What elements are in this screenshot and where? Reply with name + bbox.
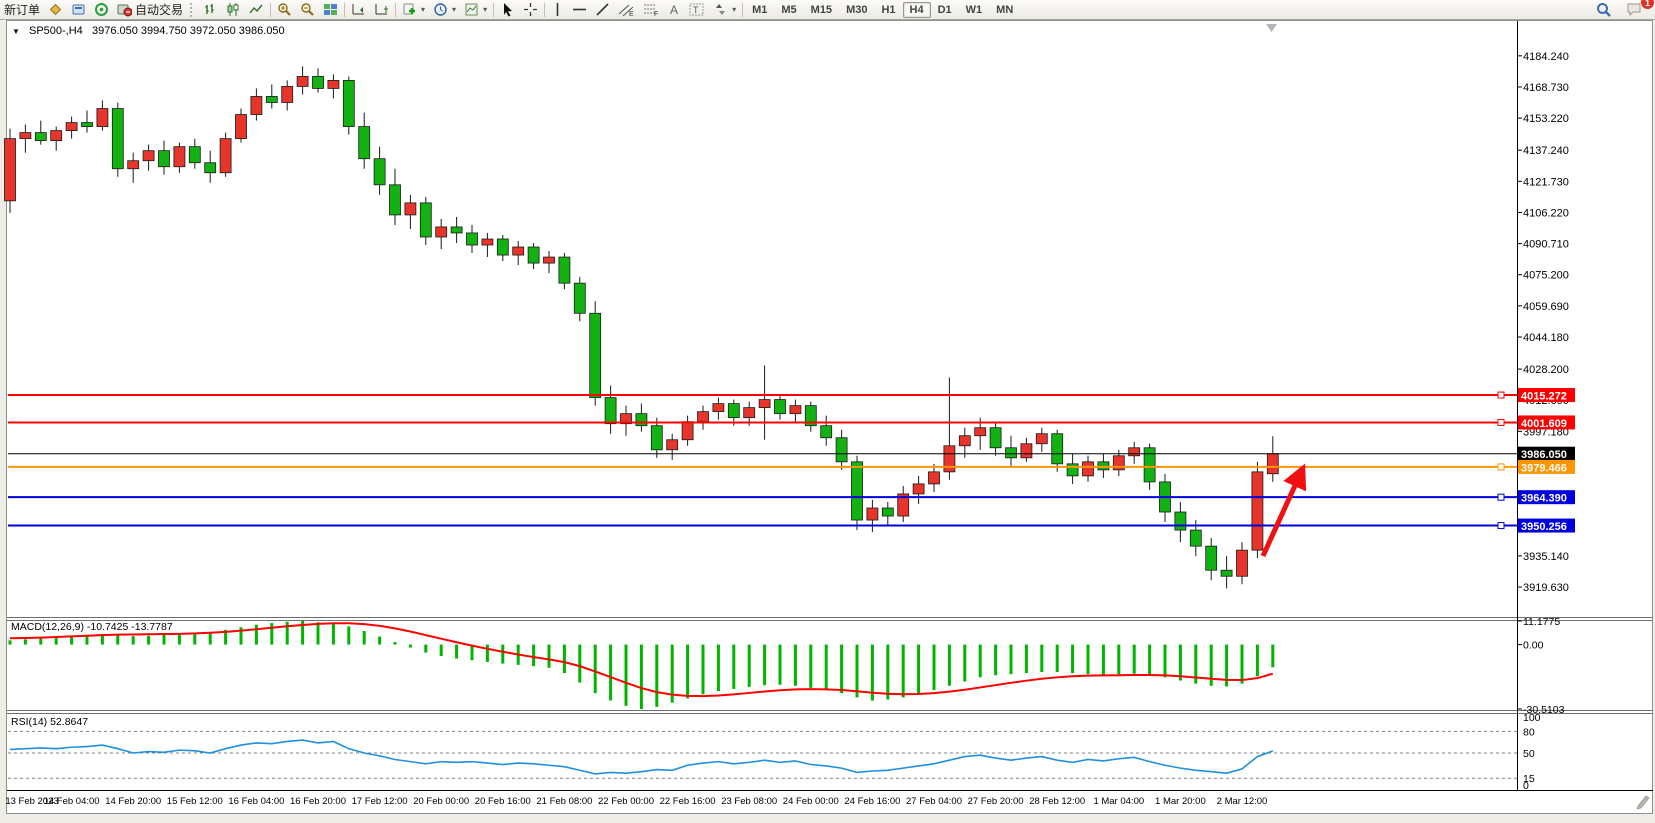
cursor-icon[interactable] — [496, 1, 519, 18]
svg-text:3979.466: 3979.466 — [1521, 462, 1567, 474]
price-tick-label: 4090.710 — [1523, 239, 1569, 251]
rsi-tick-label: 100 — [1523, 712, 1541, 724]
timeframe-M15[interactable]: M15 — [804, 2, 839, 18]
time-tick-label: 1 Mar 04:00 — [1093, 796, 1144, 807]
time-tick-label: 2 Mar 12:00 — [1217, 796, 1268, 807]
time-tick-label: 22 Feb 16:00 — [660, 796, 716, 807]
equidistant-channel-icon[interactable]: E — [614, 1, 639, 18]
timeframe-bar: M1M5M15M30H1H4D1W1MN — [745, 2, 1020, 18]
svg-text:T: T — [693, 5, 699, 15]
svg-text:3986.050: 3986.050 — [1521, 449, 1567, 461]
rsi-tick-label: 80 — [1523, 726, 1535, 738]
svg-text:3950.256: 3950.256 — [1521, 521, 1567, 533]
zoom-in-icon[interactable] — [273, 1, 296, 18]
chart-title[interactable]: ▼ SP500-,H4 3976.050 3994.750 3972.050 3… — [12, 25, 285, 37]
horizontal-line-icon[interactable] — [568, 1, 591, 18]
time-tick-label: 23 Feb 08:00 — [721, 796, 777, 807]
auto-trading-button[interactable]: 自动交易 — [113, 1, 187, 18]
timeframe-M1[interactable]: M1 — [745, 2, 774, 18]
timeframe-H4[interactable]: H4 — [903, 2, 931, 18]
time-tick-label: 16 Feb 20:00 — [290, 796, 346, 807]
time-tick-label: 15 Feb 12:00 — [167, 796, 223, 807]
svg-text:E: E — [629, 11, 634, 17]
rsi-tick-label: 0 — [1523, 780, 1529, 792]
notifications-button[interactable]: 1 — [1622, 1, 1647, 18]
add-indicator-button[interactable]: ▾ — [398, 1, 429, 18]
arrows-icon[interactable]: ▾ — [709, 1, 740, 18]
new-order-button[interactable]: 新订单 — [0, 1, 44, 18]
candlestick-chart-icon[interactable] — [222, 1, 245, 18]
chart-symbol-timeframe: SP500-,H4 — [29, 25, 83, 37]
time-tick-label: 22 Feb 00:00 — [598, 796, 654, 807]
timeframe-D1[interactable]: D1 — [931, 2, 959, 18]
svg-text:3964.390: 3964.390 — [1521, 493, 1567, 505]
text-label-icon[interactable]: T — [685, 1, 709, 18]
chart-ohlc-values: 3976.050 3994.750 3972.050 3986.050 — [92, 25, 285, 37]
price-tick-label: 4059.690 — [1523, 301, 1569, 313]
auto-trading-label: 自动交易 — [135, 1, 183, 18]
time-tick-label: 14 Feb 20:00 — [105, 796, 161, 807]
time-tick-label: 16 Feb 04:00 — [228, 796, 284, 807]
templates-button[interactable]: ▾ — [460, 1, 491, 18]
price-tick-label: 4121.730 — [1523, 176, 1569, 188]
macd-indicator-label: MACD(12,26,9) -10.7425 -13.7787 — [11, 621, 173, 633]
time-tick-label: 1 Mar 20:00 — [1155, 796, 1206, 807]
price-tick-label: 4168.730 — [1523, 82, 1569, 94]
bar-chart-icon[interactable] — [199, 1, 222, 18]
trendline-icon[interactable] — [591, 1, 614, 18]
time-tick-label: 27 Feb 20:00 — [968, 796, 1024, 807]
time-tick-label: 21 Feb 08:00 — [536, 796, 592, 807]
svg-text:A: A — [670, 3, 678, 17]
price-tick-label: 3935.140 — [1523, 551, 1569, 563]
time-tick-label: 17 Feb 12:00 — [352, 796, 408, 807]
vertical-line-icon[interactable] — [547, 1, 568, 18]
time-tick-label: 28 Feb 12:00 — [1029, 796, 1085, 807]
timeframe-M30[interactable]: M30 — [839, 2, 874, 18]
crosshair-icon[interactable] — [519, 1, 542, 18]
timeframes-menu-button[interactable]: ▾ — [429, 1, 460, 18]
svg-text:4001.609: 4001.609 — [1521, 418, 1567, 430]
notification-badge: 1 — [1641, 0, 1654, 9]
macd-tick-label: 11.1775 — [1523, 616, 1560, 628]
price-tick-label: 4028.200 — [1523, 364, 1569, 376]
rsi-tick-label: 50 — [1523, 748, 1535, 760]
price-tick-label: 4153.220 — [1523, 113, 1569, 125]
price-tick-label: 3919.630 — [1523, 582, 1569, 594]
svg-text:F: F — [654, 11, 658, 17]
macd-tick-label: 0.00 — [1523, 640, 1544, 652]
svg-text:4015.272: 4015.272 — [1521, 391, 1567, 403]
chart-shift-icon[interactable] — [370, 1, 393, 18]
price-tick-label: 4075.200 — [1523, 270, 1569, 282]
price-tick-label: 4106.220 — [1523, 207, 1569, 219]
time-tick-label: 14 Feb 04:00 — [44, 796, 100, 807]
auto-scroll-icon[interactable] — [347, 1, 370, 18]
timeframe-H1[interactable]: H1 — [874, 2, 902, 18]
time-tick-label: 20 Feb 00:00 — [413, 796, 469, 807]
tile-windows-icon[interactable] — [319, 1, 342, 18]
mt5-window: 新订单 自动交易 — [0, 0, 1655, 823]
time-tick-label: 24 Feb 16:00 — [844, 796, 900, 807]
time-tick-label: 24 Feb 00:00 — [783, 796, 839, 807]
chart-canvas[interactable]: 4184.240 4168.730 4153.220 4137.240 4121.730… — [0, 0, 1655, 823]
fibonacci-icon[interactable]: F — [639, 1, 664, 18]
price-tick-label: 4137.240 — [1523, 145, 1569, 157]
price-tick-label: 4044.180 — [1523, 332, 1569, 344]
market-watch-icon[interactable] — [44, 1, 67, 18]
depth-of-market-icon[interactable] — [67, 1, 90, 18]
timeframe-W1[interactable]: W1 — [959, 2, 990, 18]
community-icon[interactable] — [90, 1, 113, 18]
time-tick-label: 27 Feb 04:00 — [906, 796, 962, 807]
new-order-label: 新订单 — [4, 1, 40, 18]
main-toolbar: 新订单 自动交易 — [0, 0, 1655, 20]
price-tick-label: 4184.240 — [1523, 51, 1569, 63]
chart-title-caret-icon: ▼ — [12, 27, 20, 36]
time-tick-label: 20 Feb 16:00 — [475, 796, 531, 807]
search-icon[interactable] — [1592, 1, 1616, 18]
timeframe-M5[interactable]: M5 — [774, 2, 803, 18]
zoom-out-icon[interactable] — [296, 1, 319, 18]
line-chart-icon[interactable] — [245, 1, 268, 18]
timeframe-MN[interactable]: MN — [989, 2, 1020, 18]
text-icon[interactable]: A — [664, 1, 685, 18]
rsi-indicator-label: RSI(14) 52.8647 — [11, 716, 88, 728]
